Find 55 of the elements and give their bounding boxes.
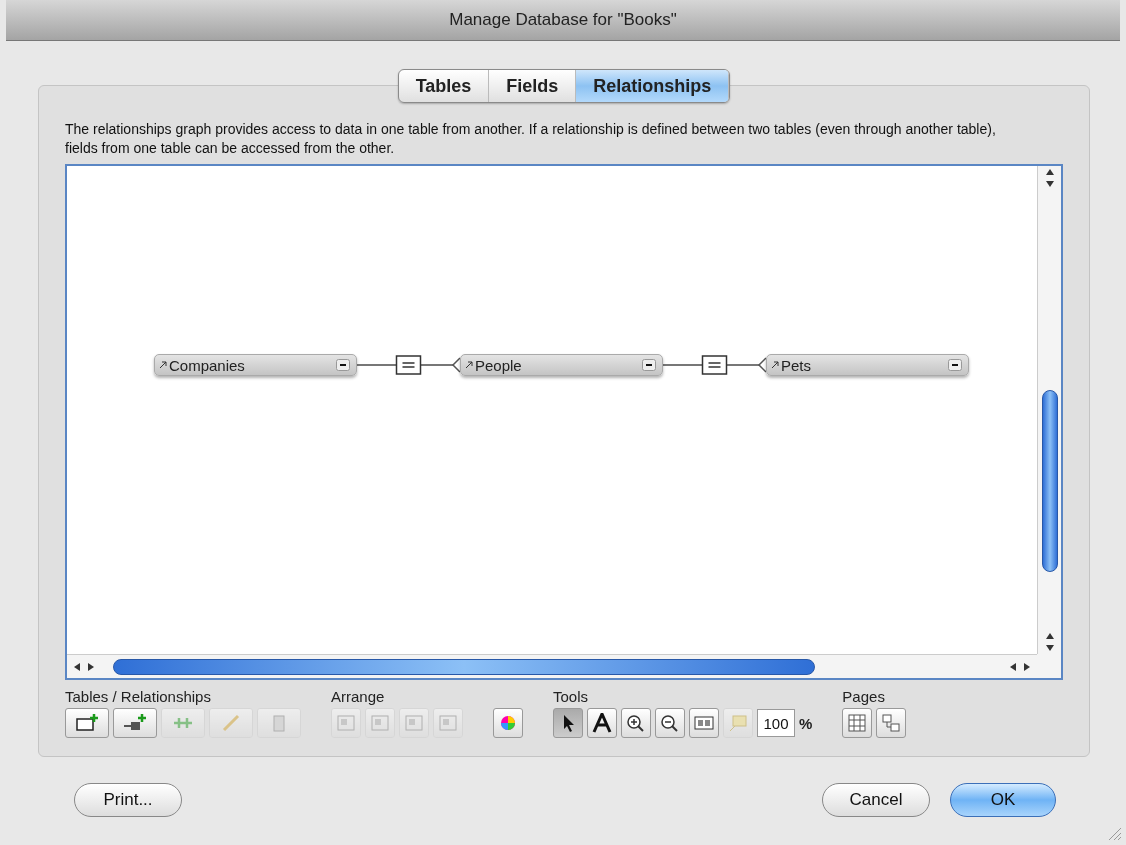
toolbar-button[interactable] (587, 708, 617, 738)
scroll-arrow-icon[interactable] (72, 661, 82, 672)
table-occurrence[interactable]: Pets (766, 354, 969, 376)
zoom-field[interactable]: 100 (757, 709, 795, 737)
toolbar-button[interactable] (113, 708, 157, 738)
collapse-icon[interactable] (336, 359, 350, 371)
collapse-icon[interactable] (948, 359, 962, 371)
horizontal-scrollbar[interactable] (67, 654, 1037, 678)
toolbar-button[interactable] (621, 708, 651, 738)
table-occurrence[interactable]: Companies (154, 354, 357, 376)
toolbar-group-label: Arrange (331, 688, 386, 705)
toolbar-button[interactable] (553, 708, 583, 738)
toolbar-button[interactable] (65, 708, 109, 738)
resize-grip-icon[interactable] (1106, 825, 1122, 841)
scroll-arrow-icon[interactable] (1044, 643, 1055, 653)
description-text: The relationships graph provides access to data in one table from another. If a relationship is defined between two tables (even through another table), fields from one table can be accessed from the other. (65, 120, 997, 158)
add-relationship-icon (123, 713, 147, 733)
expand-icon (465, 361, 473, 369)
table-occurrence[interactable]: People (460, 354, 663, 376)
window-title: Manage Database for "Books" (449, 10, 677, 30)
toolbar-group-label: Tables / Relationships (65, 688, 212, 705)
scroll-thumb[interactable] (1041, 390, 1058, 572)
grid-icon (847, 713, 868, 733)
text-tool-icon (590, 713, 614, 733)
scroll-arrow-icon[interactable] (1008, 661, 1018, 672)
scroll-arrow-icon[interactable] (86, 661, 96, 672)
default-button[interactable]: OK (950, 783, 1056, 817)
toolbar-group-label: Tools (553, 688, 590, 705)
scroll-arrow-icon[interactable] (1044, 179, 1055, 189)
percent-label: % (799, 714, 813, 732)
relationship-connector[interactable] (357, 354, 460, 376)
fit-icon (692, 713, 716, 733)
add-table-icon (75, 713, 99, 733)
table-name: Companies (169, 356, 246, 374)
align-icon (436, 713, 460, 733)
scroll-arrow-icon[interactable] (1044, 167, 1055, 177)
expand-icon (771, 361, 779, 369)
page-breaks-icon (881, 713, 902, 733)
align-icon (368, 713, 392, 733)
scroll-thumb[interactable] (113, 658, 815, 675)
align-icon (402, 713, 426, 733)
table-name: Pets (781, 356, 812, 374)
toolbar-button[interactable] (655, 708, 685, 738)
relationship-connector[interactable] (663, 354, 766, 376)
collapse-icon[interactable] (642, 359, 656, 371)
vertical-scrollbar[interactable] (1037, 166, 1061, 654)
scroll-arrow-icon[interactable] (1044, 631, 1055, 641)
align-icon (334, 713, 358, 733)
dialog-button[interactable]: Cancel (822, 783, 930, 817)
dialog-button[interactable]: Print... (74, 783, 182, 817)
toolbar-group-label: Pages (842, 688, 886, 705)
scroll-arrow-icon[interactable] (1022, 661, 1032, 672)
table-name: People (475, 356, 523, 374)
expand-icon (159, 361, 167, 369)
tab[interactable]: Relationships (576, 70, 730, 102)
